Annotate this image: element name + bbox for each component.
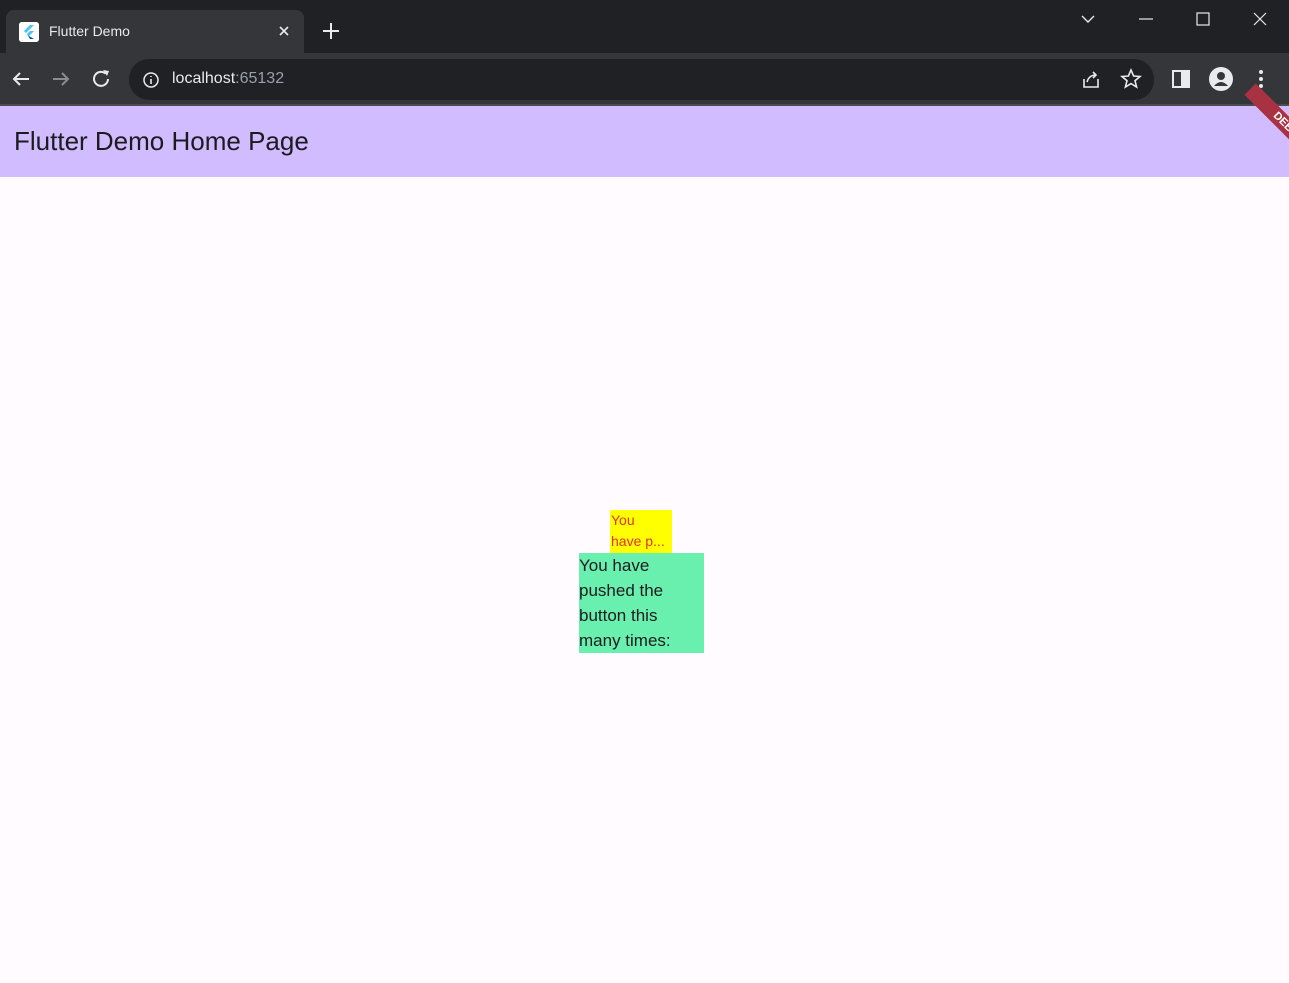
url-host: localhost (172, 70, 236, 87)
green-text-box: You have pushed the button this many tim… (579, 553, 704, 653)
yellow-text-line-1: You (611, 512, 635, 528)
flutter-logo-icon (19, 22, 39, 42)
reload-icon[interactable] (88, 66, 114, 92)
url-port: :65132 (235, 70, 285, 87)
plus-icon[interactable] (318, 18, 344, 44)
page-title: Flutter Demo Home Page (14, 126, 309, 156)
profile-icon[interactable] (1208, 66, 1234, 92)
close-icon[interactable] (274, 21, 294, 41)
close-icon[interactable] (1242, 6, 1278, 32)
green-text-line-1: You have (579, 556, 650, 575)
tab-title: Flutter Demo (49, 23, 130, 39)
yellow-text-box: You have p... (610, 510, 672, 553)
browser-tab[interactable]: Flutter Demo (6, 10, 304, 53)
green-text-line-2: pushed the (579, 581, 664, 600)
green-text-line-4: many times: (579, 631, 671, 650)
side-panel-icon[interactable] (1168, 66, 1194, 92)
maximize-icon[interactable] (1185, 6, 1221, 32)
url-text[interactable]: localhost:65132 (172, 70, 284, 88)
green-text-line-3: button this (579, 606, 658, 625)
info-icon[interactable] (138, 67, 164, 93)
minimize-icon[interactable] (1128, 6, 1164, 32)
forward-icon[interactable] (48, 66, 74, 92)
back-icon[interactable] (8, 66, 34, 92)
share-icon[interactable] (1078, 67, 1104, 93)
chevron-down-icon[interactable] (1070, 6, 1106, 32)
star-icon[interactable] (1118, 66, 1144, 92)
yellow-text-line-2: have p... (611, 533, 665, 549)
